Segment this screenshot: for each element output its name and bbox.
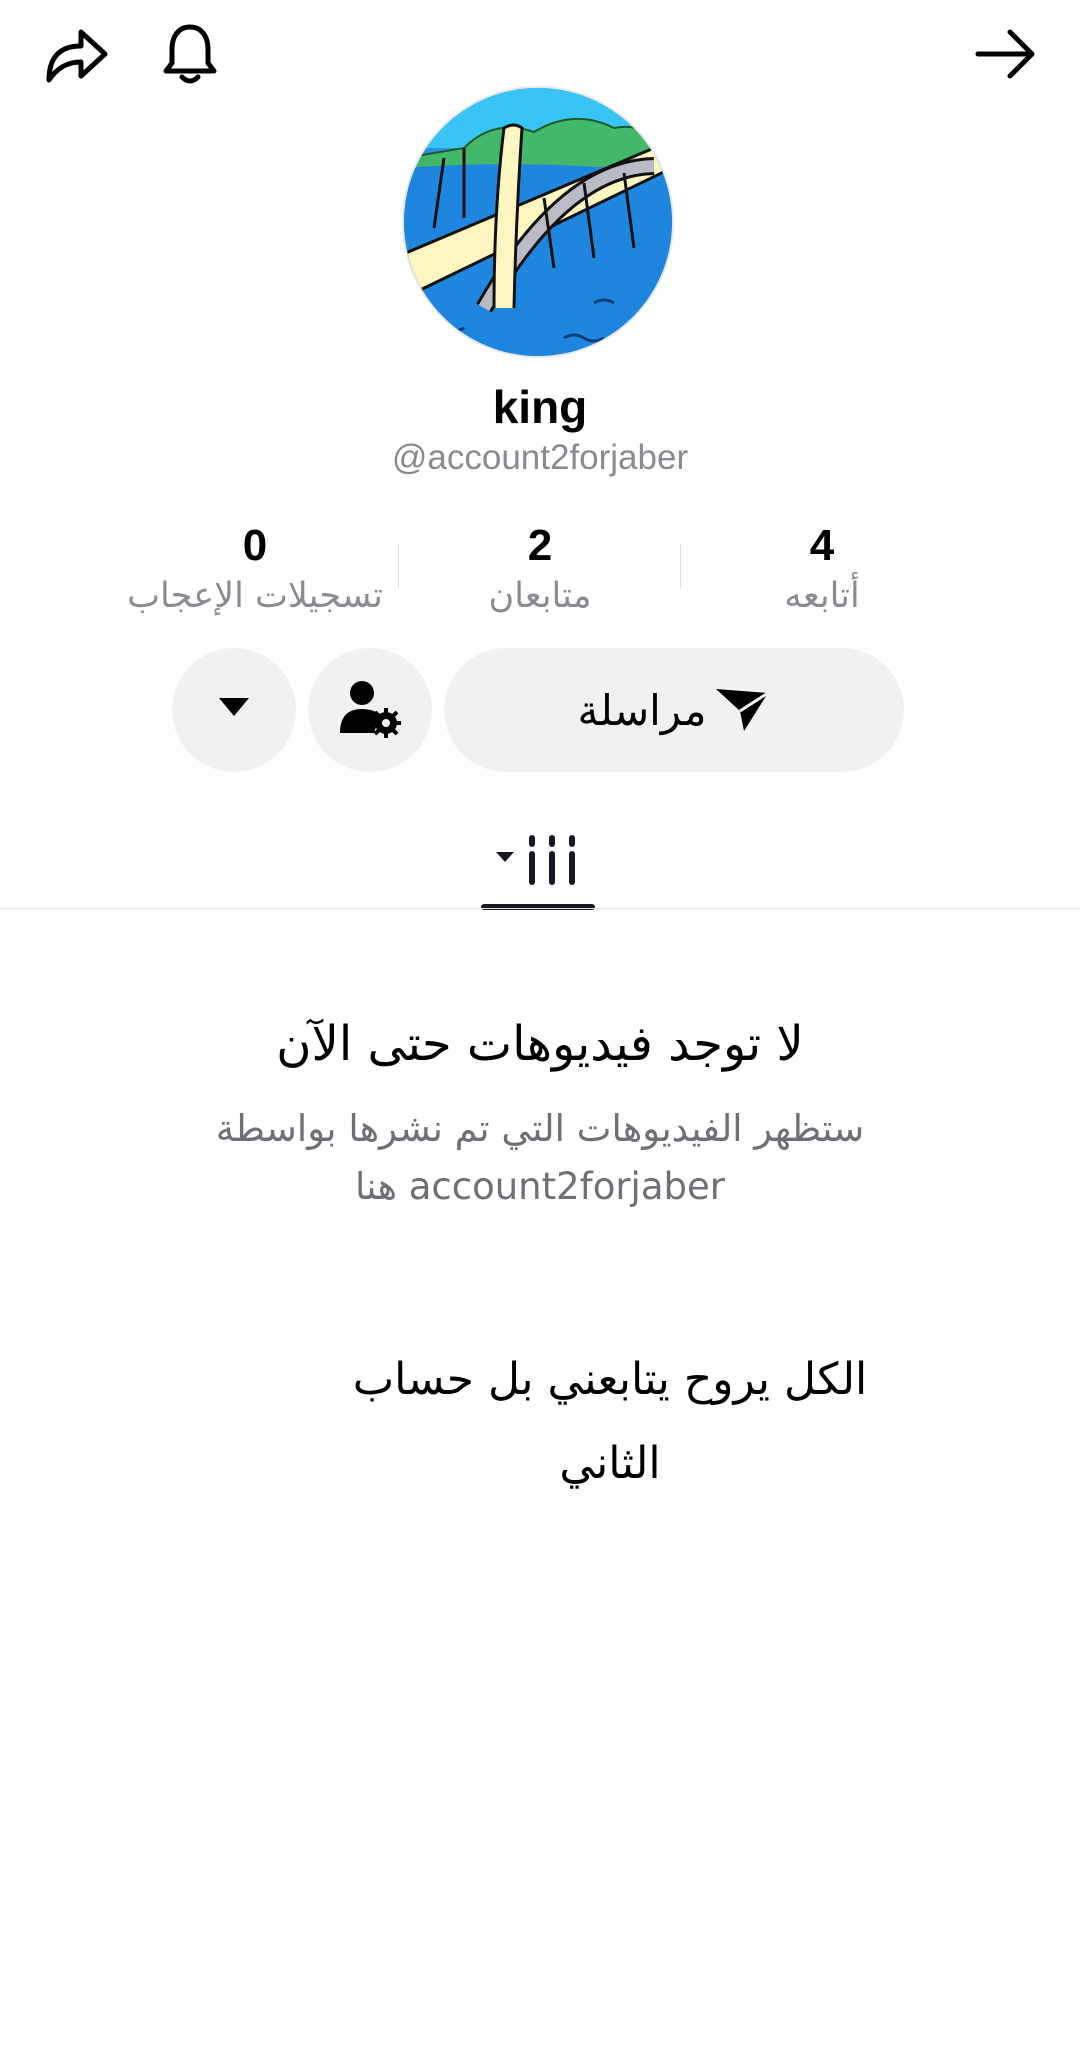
following-count: 4 bbox=[809, 521, 835, 570]
following-label: أتابعه bbox=[784, 576, 860, 616]
stat-followers[interactable]: 2 متابعان bbox=[400, 518, 680, 618]
bell-icon[interactable] bbox=[154, 18, 226, 90]
empty-state-line1: ستظهر الفيديوهات التي تم نشرها بواسطة bbox=[215, 1107, 865, 1150]
stat-divider bbox=[680, 544, 681, 588]
back-arrow-icon[interactable] bbox=[970, 18, 1042, 90]
likes-label: تسجيلات الإعجاب bbox=[127, 576, 383, 616]
bio-line2: الثاني bbox=[559, 1438, 661, 1489]
paper-plane-icon bbox=[714, 683, 770, 737]
user-gear-icon bbox=[338, 677, 402, 743]
caret-down-icon bbox=[219, 698, 249, 722]
tab-separator bbox=[0, 908, 1080, 909]
tab-active-indicator bbox=[481, 904, 595, 910]
message-button[interactable]: مراسلة bbox=[444, 648, 904, 772]
bio-text: الكل يروح يتابعني بل حساب الثاني bbox=[340, 1338, 880, 1506]
empty-state-description: ستظهر الفيديوهات التي تم نشرها بواسطة ac… bbox=[140, 1100, 940, 1216]
stat-following[interactable]: 4 أتابعه bbox=[682, 518, 962, 618]
avatar[interactable] bbox=[402, 86, 674, 358]
followers-label: متابعان bbox=[488, 576, 592, 616]
message-button-label: مراسلة bbox=[577, 685, 707, 735]
likes-count: 0 bbox=[242, 521, 268, 570]
stat-likes[interactable]: 0 تسجيلات الإعجاب bbox=[115, 518, 395, 618]
display-name: king bbox=[492, 381, 588, 433]
share-icon[interactable] bbox=[40, 18, 112, 90]
grid-columns-icon bbox=[496, 834, 580, 890]
user-settings-button[interactable] bbox=[308, 648, 432, 772]
username: @account2forjaber bbox=[391, 438, 689, 477]
empty-state-title: لا توجد فيديوهات حتى الآن bbox=[276, 1016, 804, 1072]
tab-videos[interactable] bbox=[478, 816, 598, 908]
more-options-button[interactable] bbox=[172, 648, 296, 772]
stat-divider bbox=[398, 544, 399, 588]
empty-state-line2: account2forjaber هنا bbox=[355, 1165, 725, 1208]
followers-count: 2 bbox=[527, 521, 553, 570]
bio-line1: الكل يروح يتابعني بل حساب bbox=[352, 1354, 868, 1405]
